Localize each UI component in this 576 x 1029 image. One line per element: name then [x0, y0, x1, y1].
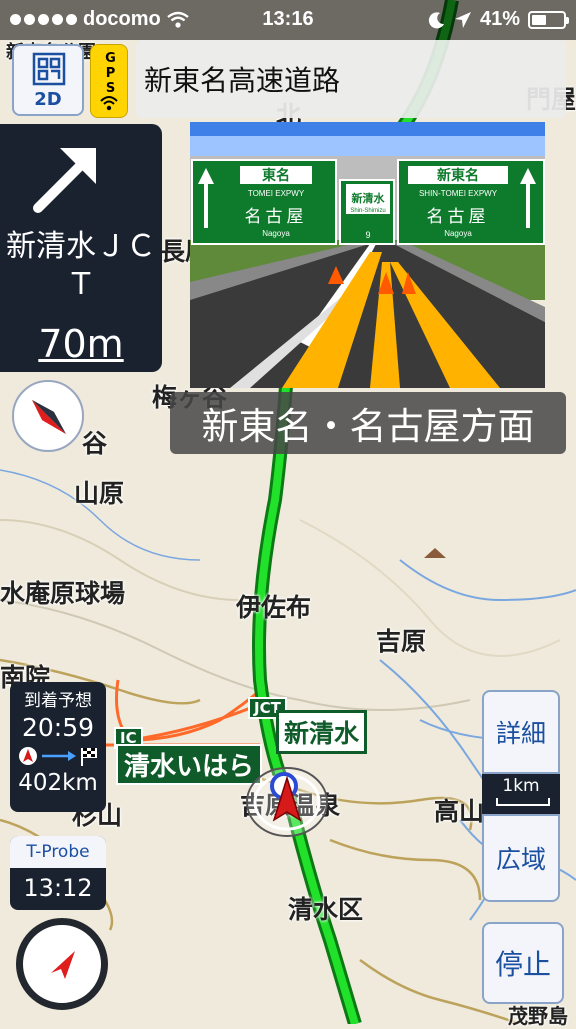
moon-icon [428, 11, 444, 28]
navigation-arrow-icon [51, 951, 75, 979]
recenter-button[interactable] [16, 918, 108, 1010]
compass-button[interactable] [12, 380, 84, 452]
location-arrow-icon [454, 11, 471, 28]
eta-time: 20:59 [21, 713, 95, 742]
right-sign-subtitle: SHIN-TOMEI EXPWY [419, 189, 498, 198]
right-sign-title: 新東名 [437, 167, 479, 184]
map-label: 水庵原球場 [0, 579, 126, 608]
left-sign-title: 東名 [262, 167, 290, 184]
map-label: 吉原 [376, 627, 427, 656]
compass-icon [32, 400, 66, 434]
map-label: 山原 [74, 479, 125, 508]
tprobe-heading: T-Probe [10, 836, 106, 868]
left-sign-city: 名古屋 [245, 207, 308, 227]
turn-arrow-icon [33, 148, 96, 213]
map-icon [32, 52, 66, 86]
map-scale: 1km [482, 774, 560, 814]
map-label: 高山 [434, 797, 485, 826]
battery-percent: 41% [479, 8, 520, 30]
junction-name: 新清水ＪＣＴ [6, 229, 156, 302]
tprobe-panel[interactable]: T-Probe 13:12 [10, 836, 106, 910]
left-sign-subtitle: TOMEI EXPWY [248, 189, 305, 198]
eta-heading: 到着予想 [24, 691, 92, 711]
map-label: 伊佐布 [236, 593, 312, 622]
direction-banner: 新東名・名古屋方面 [170, 392, 566, 454]
ic-name-shield: 清水いはら [116, 744, 263, 785]
gps-signal-icon [100, 96, 118, 111]
zoom-in-detail-button[interactable]: 詳細 [482, 690, 560, 774]
zoom-out-wide-button[interactable]: 広域 [482, 814, 560, 902]
goal-flag-icon [81, 748, 97, 766]
current-road-name: 新東名高速道路 [136, 40, 566, 118]
map-label: 谷 [82, 429, 108, 458]
view-mode-button[interactable]: 2D [12, 44, 84, 116]
arrow-right-icon [42, 751, 76, 761]
start-marker-icon [19, 747, 37, 765]
scale-label: 1km [502, 776, 540, 796]
remaining-distance: 402km [18, 770, 98, 796]
stop-button[interactable]: 停止 [482, 922, 564, 1004]
junction-view: 東名 TOMEI EXPWY 名古屋 Nagoya 新清水 Shin-Shimi… [190, 122, 545, 388]
battery-icon [528, 10, 569, 29]
right-sign-city-en: Nagoya [444, 229, 472, 238]
map-label: 清水区 [288, 895, 364, 924]
view-mode-label: 2D [34, 89, 62, 110]
turn-guidance-panel: 新清水ＪＣＴ 70m [0, 124, 162, 372]
route-progress-icon [10, 746, 106, 766]
status-bar: docomo 13:16 41% [0, 0, 576, 40]
center-sign-title: 新清水 [352, 191, 386, 205]
eta-panel[interactable]: 到着予想 20:59 402km [10, 682, 106, 812]
center-sign-number: 9 [365, 230, 370, 240]
distance-to-turn: 70m [38, 322, 124, 366]
current-position-marker [246, 767, 328, 837]
gps-label: GPS [103, 51, 118, 96]
map-label: 茂野島 [508, 1004, 568, 1028]
tprobe-time: 13:12 [23, 874, 93, 902]
scale-bar [496, 798, 550, 806]
center-sign-subtitle: Shin-Shimizu [350, 208, 385, 214]
right-sign-city: 名古屋 [427, 207, 490, 227]
left-sign-city-en: Nagoya [262, 229, 290, 238]
jct-name-shield: 新清水 [276, 710, 368, 754]
gps-indicator: GPS [90, 44, 128, 118]
